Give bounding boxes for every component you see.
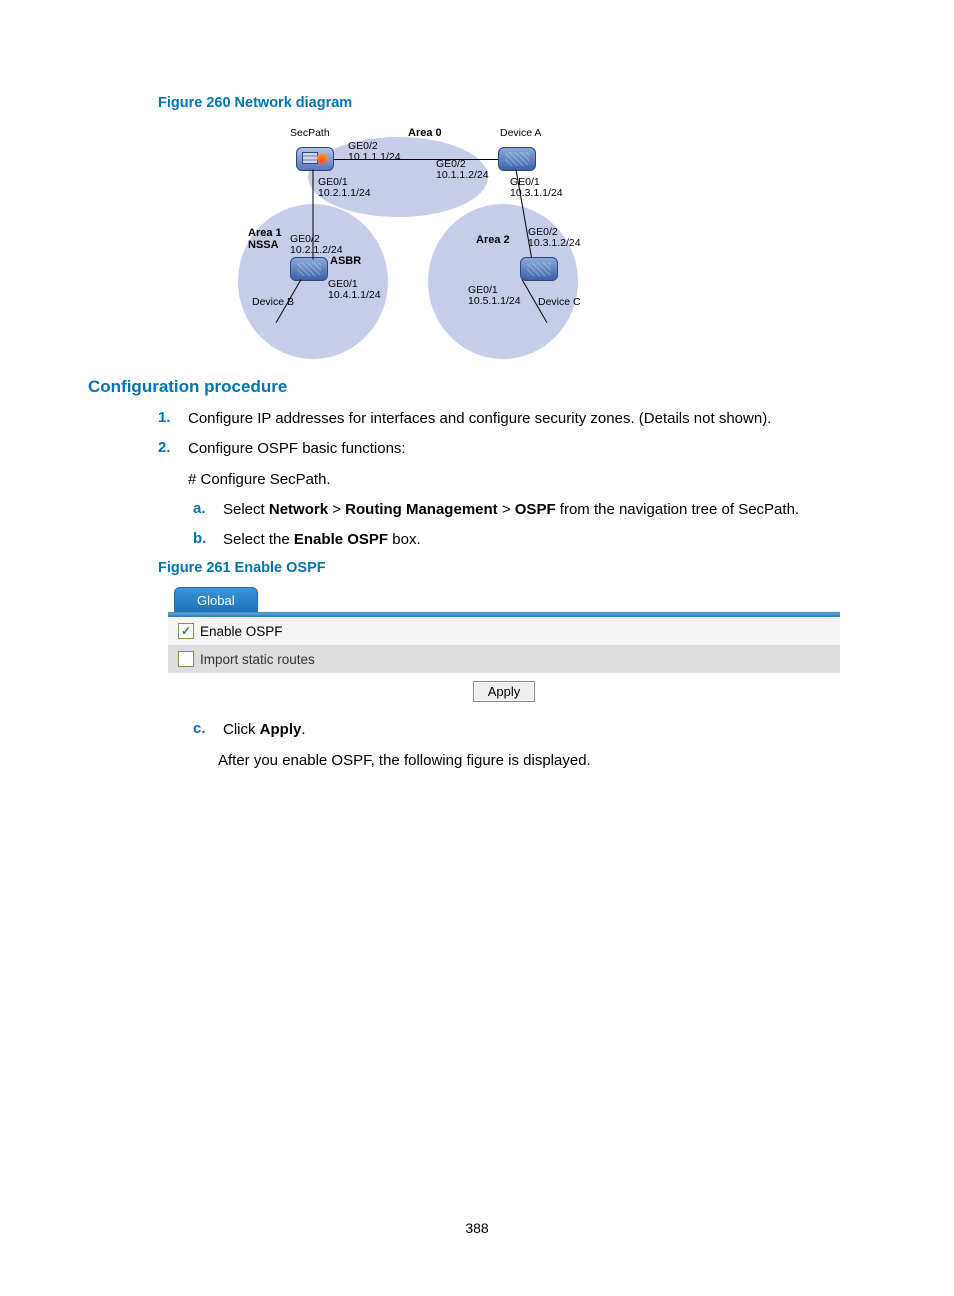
area-1-label-line1: Area 1 — [248, 227, 282, 239]
asbr-label: ASBR — [330, 255, 361, 267]
device-c-icon — [520, 257, 558, 281]
secpath-label: SecPath — [290, 128, 330, 139]
secpath-ge02-text: GE0/2 10.1.1.1/24 — [348, 141, 401, 163]
device-c-label: Device C — [538, 297, 581, 308]
enable-ospf-row: Enable OSPF — [168, 617, 840, 645]
device-a-ge02-text: GE0/2 10.1.1.2/24 — [436, 159, 489, 181]
substep-b-text: Select the Enable OSPF box. — [223, 530, 421, 550]
substep-b-letter: b. — [193, 530, 213, 550]
secpath-device-icon — [296, 147, 334, 171]
device-a-label: Device A — [500, 128, 541, 139]
page-number: 388 — [0, 1220, 954, 1236]
enable-ospf-label: Enable OSPF — [200, 624, 283, 639]
secpath-ge01-text: GE0/1 10.2.1.1/24 — [318, 177, 371, 199]
import-static-row: Import static routes — [168, 645, 840, 673]
substep-c-letter: c. — [193, 720, 213, 740]
area-2-label: Area 2 — [476, 234, 510, 246]
area-1-label-line2: NSSA — [248, 239, 279, 251]
tab-bar: Global — [168, 584, 840, 613]
device-c-ge02-text: GE0/2 10.3.1.2/24 — [528, 227, 581, 249]
substep-a-letter: a. — [193, 500, 213, 520]
device-a-ge01-text: GE0/1 10.3.1.1/24 — [510, 177, 563, 199]
network-diagram: Area 0 Area 1 NSSA Area 2 SecPath Device… — [168, 119, 558, 349]
device-b-ge01-text: GE0/1 10.4.1.1/24 — [328, 279, 381, 301]
substep-a-text: Select Network > Routing Management > OS… — [223, 500, 799, 520]
device-b-ge02-text: GE0/2 10.2.1.2/24 — [290, 234, 343, 256]
enable-ospf-checkbox[interactable] — [178, 623, 194, 639]
configure-secpath-line: # Configure SecPath. — [188, 470, 866, 490]
device-a-icon — [498, 147, 536, 171]
step-2-number: 2. — [158, 439, 178, 459]
tab-global[interactable]: Global — [174, 587, 258, 612]
ospf-global-panel: Global Enable OSPF Import static routes … — [168, 584, 840, 704]
figure-260-caption: Figure 260 Network diagram — [158, 95, 866, 111]
step-1-text: Configure IP addresses for interfaces an… — [188, 409, 771, 429]
step-1-number: 1. — [158, 409, 178, 429]
substep-c-text: Click Apply. — [223, 720, 306, 740]
apply-button[interactable]: Apply — [473, 681, 536, 702]
figure-261-caption: Figure 261 Enable OSPF — [158, 560, 866, 576]
device-b-icon — [290, 257, 328, 281]
import-static-checkbox[interactable] — [178, 651, 194, 667]
area-0-label: Area 0 — [408, 127, 442, 139]
device-c-ge01-text: GE0/1 10.5.1.1/24 — [468, 285, 521, 307]
step-2-text: Configure OSPF basic functions: — [188, 439, 406, 459]
substep-c-after-text: After you enable OSPF, the following fig… — [218, 751, 866, 771]
import-static-label: Import static routes — [200, 652, 315, 667]
configuration-procedure-heading: Configuration procedure — [88, 377, 866, 397]
